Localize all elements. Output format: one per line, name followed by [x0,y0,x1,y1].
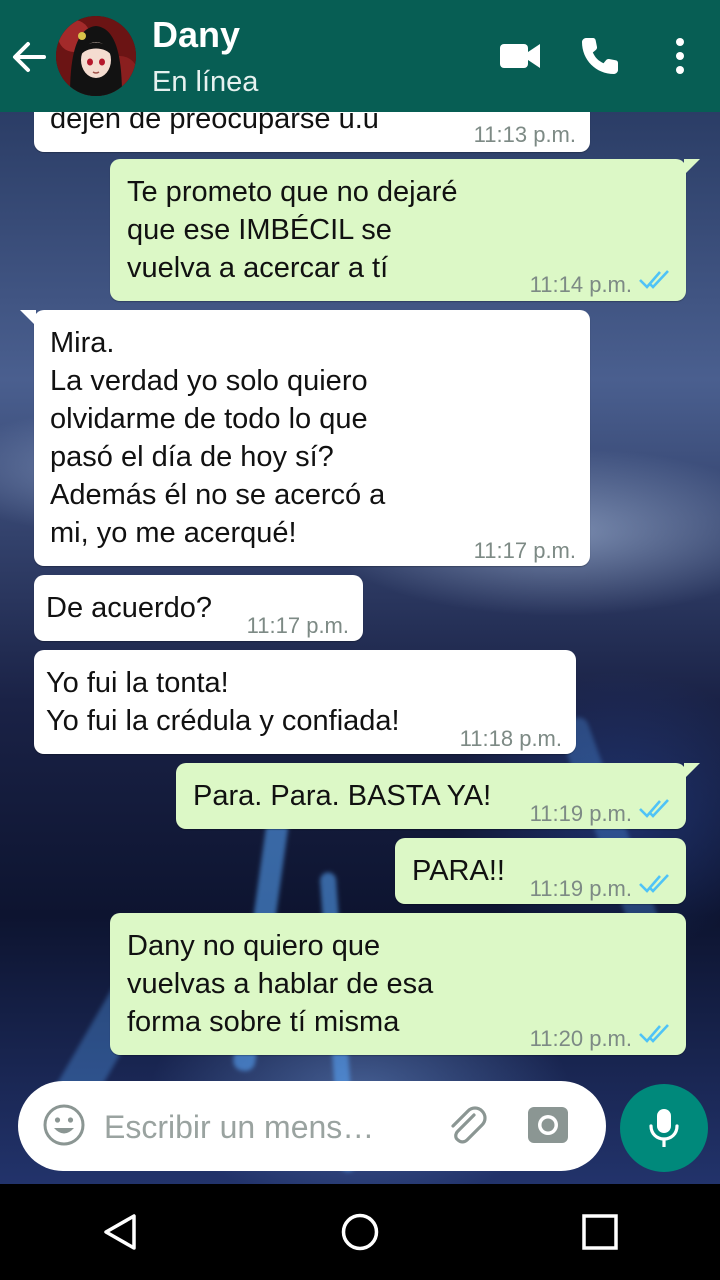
contact-name[interactable]: Dany [152,14,240,56]
phone-icon[interactable] [576,32,624,80]
message-time: 11:17 p.m. [246,613,349,638]
message-bubble-outgoing[interactable]: Te prometo que no dejaré que ese IMBÉCIL… [110,159,700,301]
contact-status: En línea [152,66,259,98]
message-time: 11:19 p.m. [529,876,632,901]
read-ticks-icon [639,874,669,893]
message-bubble-outgoing[interactable]: Para. Para. BASTA YA! 11:19 p.m. [176,763,700,829]
message-bubble-outgoing[interactable]: Dany no quiero que vuelvas a hablar de e… [110,913,686,1055]
paperclip-icon[interactable] [444,1103,490,1149]
avatar-image [56,16,136,96]
message-bubble-incoming[interactable]: De acuerdo? 11:17 p.m. [34,575,363,641]
message-time: 11:14 p.m. [529,272,632,297]
message-time: 11:18 p.m. [459,726,562,751]
system-navigation-bar [0,1184,720,1280]
message-text: Para. Para. BASTA YA! [193,780,492,812]
circle-home-icon[interactable] [340,1212,380,1252]
message-time: 11:20 p.m. [529,1026,632,1051]
message-bubble-incoming[interactable]: Yo fui la tonta! Yo fui la crédula y con… [34,650,576,754]
message-input-bar[interactable]: Escribir un mens… [18,1081,606,1171]
square-recents-icon[interactable] [580,1212,620,1252]
triangle-back-icon[interactable] [100,1212,140,1252]
bubble-tail [684,159,700,175]
video-camera-icon[interactable] [496,32,544,80]
message-text: De acuerdo? [46,592,213,624]
message-bubble-outgoing[interactable]: PARA!! 11:19 p.m. [395,838,686,904]
microphone-button[interactable] [620,1084,708,1172]
bubble-tail [684,763,700,779]
emoji-icon[interactable] [42,1103,86,1147]
message-text: Dany no quiero que vuelvas a hablar de e… [127,930,434,1038]
bubble-tail [20,310,36,326]
message-text: Te prometo que no dejaré que ese IMBÉCIL… [127,176,458,284]
camera-icon[interactable] [526,1103,570,1147]
message-time: 11:17 p.m. [473,538,576,563]
message-bubble-incoming[interactable]: Mira. La verdad yo solo quiero olvidarme… [20,310,590,566]
read-ticks-icon [639,270,669,289]
read-ticks-icon [639,799,669,818]
chat-header: Dany En línea [0,0,720,112]
read-ticks-icon [639,1024,669,1043]
message-text: PARA!! [412,855,505,887]
message-input-field[interactable]: Escribir un mens… [104,1109,374,1146]
message-text: Yo fui la tonta! Yo fui la crédula y con… [46,667,400,737]
message-text: Mira. La verdad yo solo quiero olvidarme… [50,327,386,549]
message-time: 11:19 p.m. [529,801,632,826]
arrow-left-icon[interactable] [8,36,50,78]
microphone-icon [649,1109,679,1147]
message-time: 11:13 p.m. [473,122,576,147]
avatar[interactable] [56,16,136,96]
more-vertical-icon[interactable] [656,32,704,80]
